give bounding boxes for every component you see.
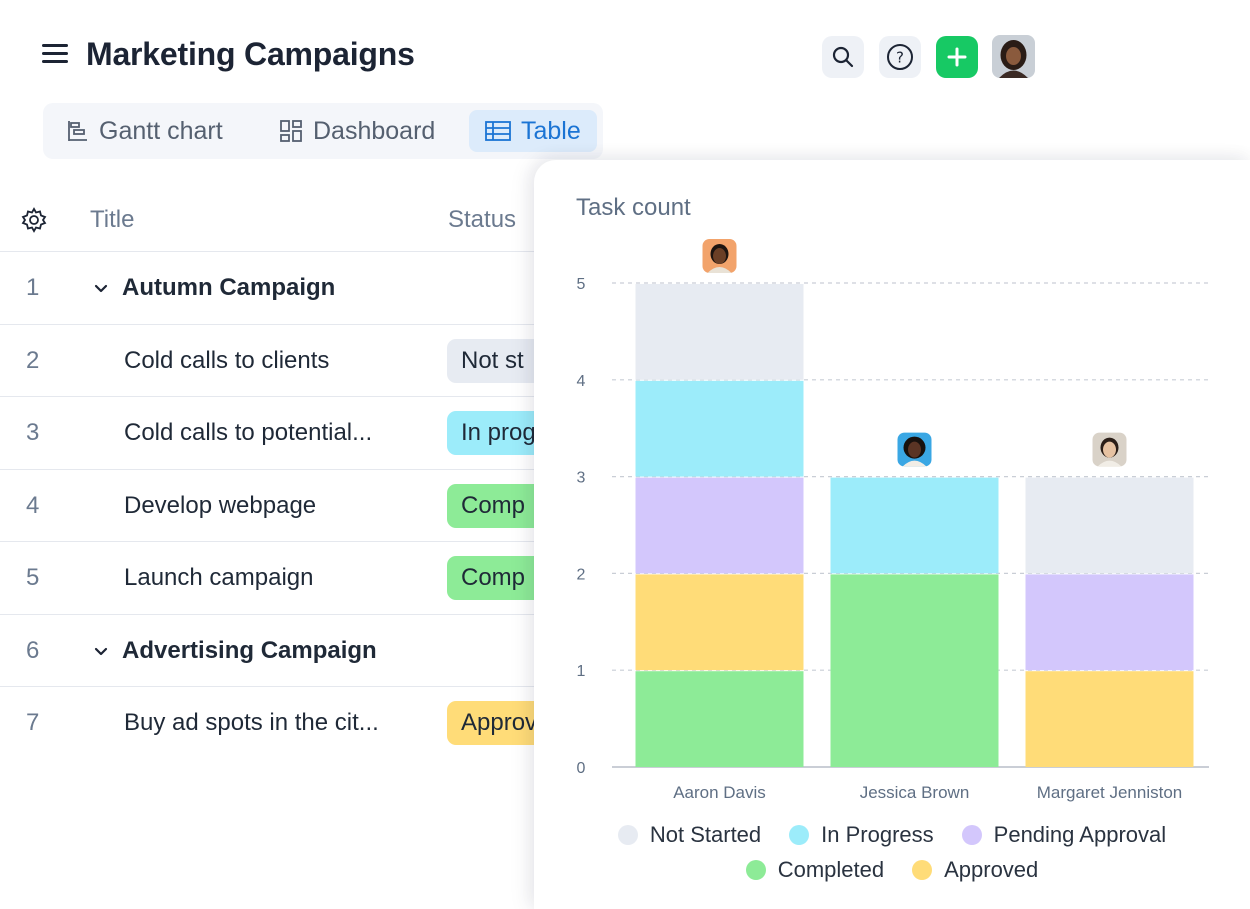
search-icon — [832, 46, 854, 68]
y-tick-label: 5 — [577, 276, 586, 293]
tab-table[interactable]: Table — [469, 110, 597, 152]
legend-label: Not Started — [649, 822, 762, 847]
gear-icon — [21, 207, 47, 233]
page-title: Marketing Campaigns — [86, 36, 415, 72]
chart-legend-row-2: Completed Approved — [534, 857, 1250, 883]
legend-swatch — [789, 825, 810, 845]
bar-segment-pending-approval — [635, 477, 804, 574]
table-row[interactable]: 4 Develop webpage Comp — [0, 469, 585, 542]
gantt-icon — [65, 119, 89, 143]
chart-title: Task count — [576, 194, 691, 221]
bar-segment-not-started — [1025, 477, 1194, 574]
row-number: 4 — [26, 492, 40, 519]
task-count-chart-card: Task count 0 1 2 3 4 5 Aaron Davis Jessica Brow… — [534, 160, 1250, 909]
legend-swatch — [745, 860, 766, 880]
bar-segment-not-started — [635, 284, 804, 380]
bar-segment-completed — [830, 574, 999, 767]
legend-item-in-progress[interactable]: In Progress — [789, 822, 934, 848]
chart-legend: Not Started In Progress Pending Approval — [534, 822, 1250, 848]
row-number: 7 — [26, 709, 40, 736]
bar-segment-pending-approval — [1025, 574, 1194, 671]
table-row[interactable]: 1 Autumn Campaign — [0, 251, 540, 324]
plus-icon — [947, 47, 967, 67]
tab-dashboard[interactable]: Dashboard — [279, 110, 435, 152]
table-row[interactable]: 7 Buy ad spots in the cit... Approv — [0, 686, 585, 759]
table-settings-button[interactable] — [20, 188, 48, 252]
legend-item-not-started[interactable]: Not Started — [617, 822, 762, 848]
y-tick-label: 0 — [577, 760, 586, 777]
table-row[interactable]: 3 Cold calls to potential... In prog — [0, 396, 585, 469]
task-title: Cold calls to clients — [124, 347, 330, 374]
legend-label: Completed — [777, 857, 885, 882]
task-title: Develop webpage — [124, 492, 317, 519]
y-tick-label: 2 — [577, 566, 586, 583]
y-tick-label: 3 — [577, 470, 586, 487]
task-title: Buy ad spots in the cit... — [124, 709, 379, 736]
row-number: 5 — [26, 564, 40, 591]
chevron-down-icon[interactable] — [92, 279, 110, 297]
x-tick-label: Aaron Davis — [673, 783, 766, 802]
table-row[interactable]: 5 Launch campaign Comp — [0, 541, 585, 614]
dashboard-icon — [279, 119, 303, 143]
legend-item-completed[interactable]: Completed — [745, 857, 885, 883]
legend-label: Pending Approval — [993, 822, 1167, 847]
assignee-avatar[interactable] — [702, 239, 737, 273]
row-number: 6 — [26, 637, 40, 664]
search-button[interactable] — [822, 36, 864, 78]
legend-swatch — [617, 825, 638, 845]
bar-segment-approved — [1025, 671, 1194, 767]
tab-label: Gantt chart — [99, 116, 223, 145]
group-title: Autumn Campaign — [122, 274, 336, 301]
table-icon — [485, 120, 511, 142]
table-row[interactable]: 2 Cold calls to clients Not st — [0, 324, 585, 397]
legend-swatch — [961, 825, 982, 845]
tab-gantt-chart[interactable]: Gantt chart — [65, 110, 223, 152]
task-title: Launch campaign — [124, 564, 314, 591]
legend-item-pending-approval[interactable]: Pending Approval — [961, 822, 1167, 848]
help-icon: ? — [887, 44, 913, 70]
row-number: 1 — [26, 274, 40, 301]
task-count-chart: 0 1 2 3 4 5 Aaron Davis Jessica Brown Margaret J… — [577, 239, 1209, 802]
bar-segment-completed — [635, 671, 804, 767]
x-tick-label: Jessica Brown — [860, 783, 970, 802]
tab-label: Table — [521, 116, 581, 145]
y-tick-label: 4 — [577, 373, 586, 390]
add-button[interactable] — [936, 36, 978, 78]
help-button[interactable]: ? — [879, 36, 921, 78]
column-header-title[interactable]: Title — [90, 188, 134, 252]
legend-swatch — [912, 860, 933, 880]
task-title: Cold calls to potential... — [124, 419, 373, 446]
svg-text:?: ? — [896, 49, 904, 67]
view-tabs: Gantt chart Dashboard Table — [43, 103, 603, 159]
row-number: 3 — [26, 419, 40, 446]
assignee-avatar[interactable] — [1092, 432, 1127, 467]
chevron-down-icon[interactable] — [92, 642, 110, 660]
tab-label: Dashboard — [313, 116, 436, 145]
user-avatar[interactable] — [992, 35, 1035, 78]
table-row[interactable]: 6 Advertising Campaign — [0, 614, 540, 687]
y-tick-label: 1 — [577, 663, 586, 680]
assignee-avatar[interactable] — [897, 432, 932, 467]
x-tick-label: Margaret Jenniston — [1037, 783, 1183, 802]
bar-segment-approved — [635, 574, 804, 671]
legend-label: In Progress — [821, 822, 934, 847]
legend-item-approved[interactable]: Approved — [912, 857, 1038, 883]
bar-segment-in-progress — [635, 380, 804, 477]
legend-label: Approved — [944, 857, 1039, 882]
group-title: Advertising Campaign — [122, 637, 377, 664]
hamburger-menu-icon[interactable] — [40, 44, 70, 68]
bar-segment-in-progress — [830, 477, 999, 574]
column-header-status[interactable]: Status — [448, 188, 516, 252]
row-number: 2 — [26, 347, 40, 374]
